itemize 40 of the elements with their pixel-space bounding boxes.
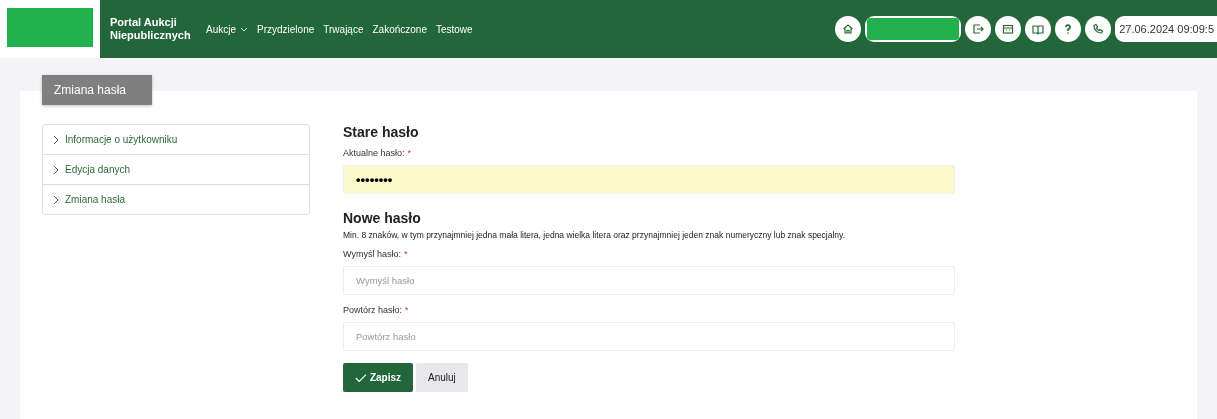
date-time: 27.06.2024 09:09:5 [1115,16,1217,42]
nav-link[interactable]: Przydzielone [257,23,315,35]
password-field[interactable]: •••••••• [343,165,955,194]
calendar-button[interactable] [995,16,1022,42]
sidebar-item[interactable]: Informacje o użytkowniku [43,125,309,155]
cancel-button[interactable]: Anuluj [416,363,468,392]
password-hint: Min. 8 znaków, w tym przynajmniej jedna mała litera, jedna wielka litera oraz przynajmniej jeden znak numeryczny lub znak specjalny. [343,230,847,240]
phone-button[interactable] [1085,16,1112,42]
nav-link[interactable]: Zakończone [372,23,427,35]
field-label: Aktualne hasło: [343,148,405,158]
phone-icon [1092,23,1105,35]
home-icon [842,23,855,35]
password-field[interactable]: Wymyśl hasło [343,266,955,295]
home-button[interactable] [835,16,862,42]
section-heading: Stare hasło [343,124,420,140]
password-field[interactable]: Powtórz hasło [343,322,955,351]
sidebar-item[interactable]: Zmiana hasła [43,185,309,214]
logout-button[interactable] [965,16,992,42]
save-button[interactable]: Zapisz [343,363,413,392]
chevron-icon [53,194,59,205]
nav-link[interactable]: Aukcje [206,23,248,35]
required-mark: * [405,305,409,315]
field-label: Wymyśl hasło: [343,249,401,259]
book-button[interactable] [1025,16,1052,42]
check-icon [355,372,367,383]
required-mark: * [403,249,408,259]
book-icon [1032,23,1045,35]
chevron-icon [53,134,59,145]
help-button[interactable] [1055,16,1082,42]
calendar-icon [1002,23,1015,35]
user-field[interactable] [865,16,962,42]
exit-icon [972,23,985,35]
sidebar-item[interactable]: Edycja danych [43,155,309,185]
chevron-icon [53,164,59,175]
required-mark: * [407,148,412,158]
portal-title[interactable]: Portal Aukcji Niepublicznych [110,16,192,42]
nav-link[interactable]: Testowe [435,23,473,35]
field-label: Powtórz hasło: [343,305,403,315]
section-heading: Nowe hasło [343,210,422,226]
nav-link[interactable]: Trwające [323,23,364,35]
